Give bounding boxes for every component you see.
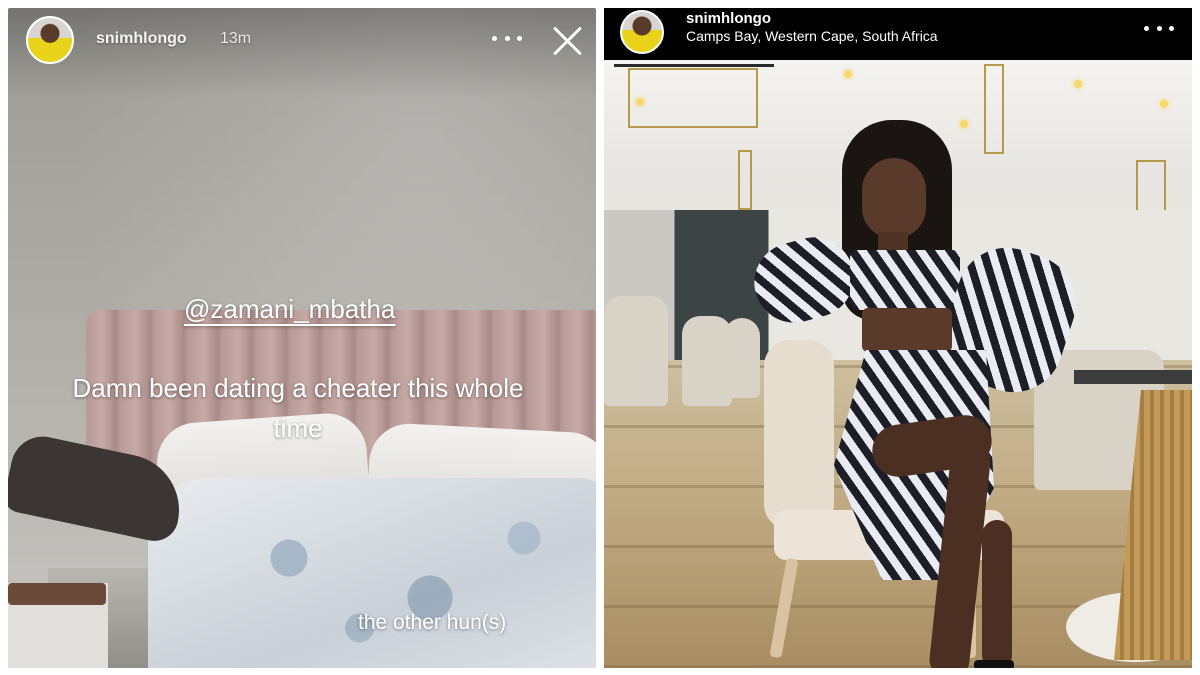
duvet (148, 478, 596, 668)
close-icon[interactable] (550, 24, 584, 58)
story-avatar[interactable] (26, 16, 74, 64)
restaurant-chair (604, 296, 668, 406)
story-header-shade (8, 8, 596, 98)
ceiling-spotlight (844, 70, 852, 78)
nightstand-tray (8, 583, 106, 605)
ceiling-spotlight (1074, 80, 1082, 88)
story-caption: Damn been dating a cheater this whole ti… (72, 373, 524, 443)
pendant-light (1136, 160, 1166, 212)
ceiling-spotlight (1160, 100, 1168, 108)
story-text-sticker: the other hun(s) (358, 611, 507, 634)
post-header: snimhlongo Camps Bay, Western Cape, Sout… (604, 8, 1192, 60)
more-options-icon[interactable] (492, 28, 522, 48)
post-panel: snimhlongo Camps Bay, Western Cape, Sout… (604, 8, 1192, 668)
mention-sticker[interactable]: @zamani_mbatha (184, 294, 395, 325)
more-options-icon[interactable] (1144, 18, 1174, 38)
story-username[interactable]: snimhlongo (96, 30, 187, 48)
ceiling-rail (614, 64, 774, 67)
pendant-light (628, 68, 758, 128)
table-top (1074, 370, 1192, 384)
post-username[interactable]: snimhlongo (686, 10, 771, 27)
ceiling-spotlight (636, 98, 644, 106)
story-panel: snimhlongo 13m @zamani_mbatha Damn been … (8, 8, 596, 668)
post-location[interactable]: Camps Bay, Western Cape, South Africa (686, 28, 938, 44)
woman-in-zebra-outfit (745, 120, 1089, 668)
post-avatar[interactable] (620, 10, 664, 54)
post-photo[interactable] (604, 60, 1192, 668)
pendant-light (738, 150, 752, 210)
story-timestamp: 13m (220, 30, 252, 47)
